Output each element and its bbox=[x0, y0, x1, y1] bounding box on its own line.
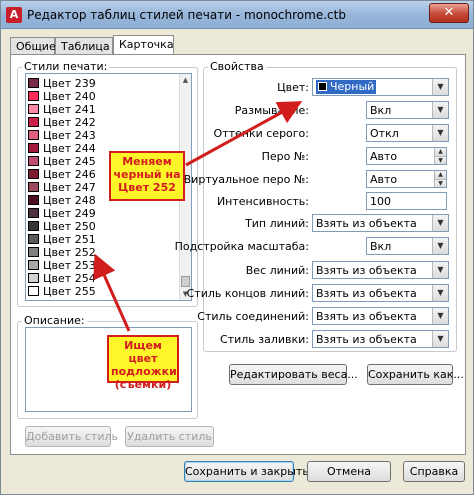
annotation-arrows bbox=[93, 101, 303, 332]
print-style-editor-window: A Редактор таблиц стилей печати - monoch… bbox=[0, 0, 474, 495]
arrow-to-color-field bbox=[185, 101, 303, 167]
arrow-to-color-252 bbox=[93, 253, 131, 332]
callout-change-black: Меняем черный на Цвет 252 bbox=[109, 151, 185, 201]
callout-find-color: Ищем цвет подложки (съемки) bbox=[107, 335, 179, 391]
